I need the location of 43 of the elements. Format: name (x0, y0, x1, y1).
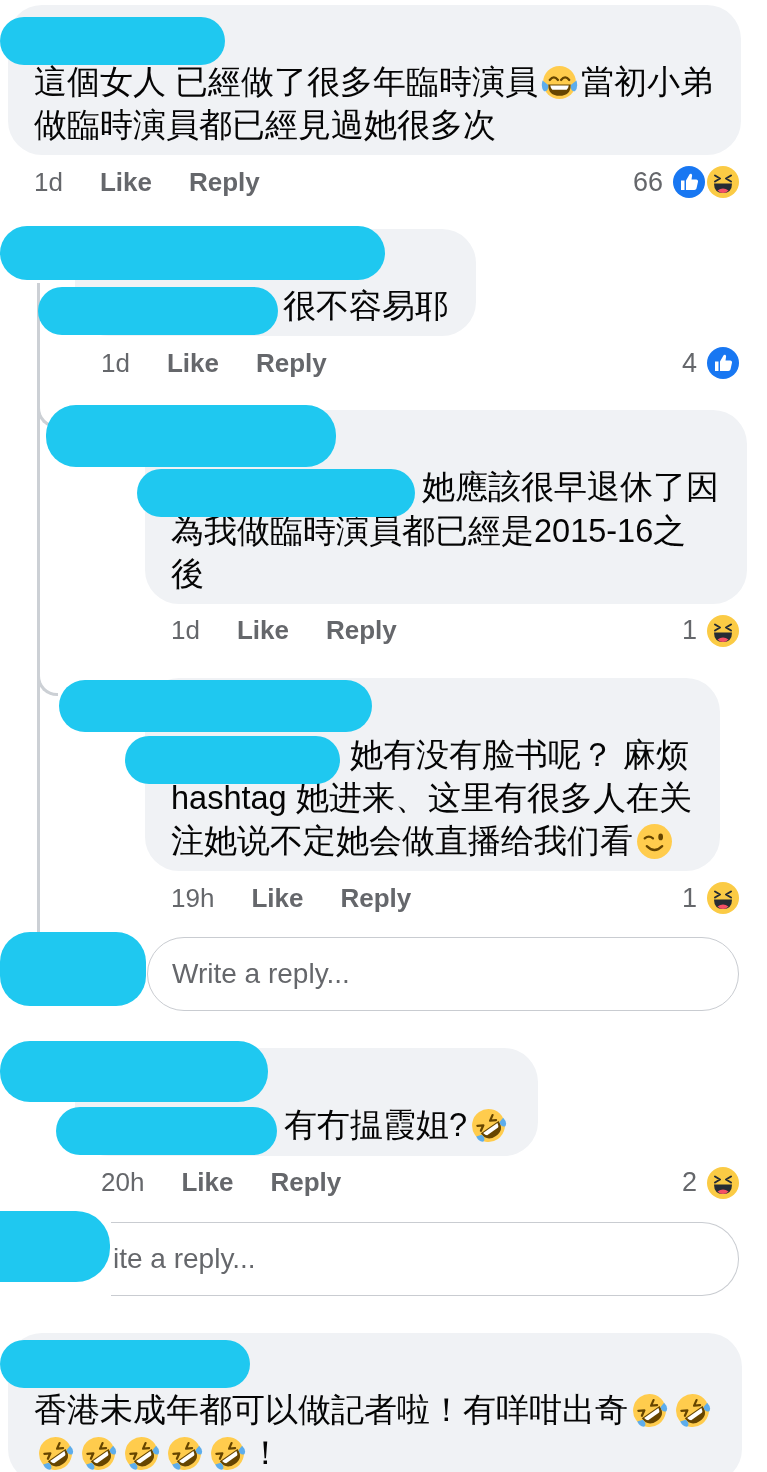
winking-emoji-icon (636, 823, 673, 861)
comment-time: 19h (171, 882, 215, 914)
reply-button[interactable]: Reply (188, 166, 260, 198)
like-button[interactable]: Like (181, 1167, 234, 1199)
reaction-count: 1 (681, 615, 697, 647)
like-button[interactable]: Like (236, 615, 289, 647)
reaction-count: 2 (681, 1167, 697, 1199)
reply-button[interactable]: Reply (270, 1167, 342, 1199)
comment-text: 很不容易耶 (101, 285, 448, 329)
rolling-laughing-emoji-icon (631, 1391, 668, 1429)
comment-time: 1d (101, 347, 130, 379)
reply-input-field[interactable]: Write a reply... (147, 937, 739, 1012)
reaction-count: 4 (681, 347, 697, 379)
rolling-laughing-emoji-icon (166, 1434, 203, 1472)
rolling-laughing-emoji-icon (470, 1107, 508, 1145)
comment-time: 1d (34, 166, 63, 198)
comment-text: 香港未成年都可以做記者啦！有咩咁出奇 ！ (34, 1388, 714, 1472)
rolling-laughing-emoji-icon (123, 1434, 160, 1472)
like-button[interactable]: Like (99, 166, 152, 198)
like-reaction-icon (705, 345, 741, 382)
rolling-laughing-emoji-icon (37, 1434, 74, 1472)
like-button[interactable]: Like (166, 347, 219, 379)
reply-input-field[interactable]: ite a reply... (111, 1221, 739, 1296)
rolling-laughing-emoji-icon (674, 1391, 711, 1429)
laughing-reaction-icon (705, 880, 741, 917)
comment-time: 1d (171, 615, 200, 647)
rolling-laughing-emoji-icon (80, 1434, 117, 1472)
laughing-reaction-icon (705, 612, 741, 649)
rolling-laughing-emoji-icon (209, 1434, 246, 1472)
laughing-reaction-icon (705, 164, 741, 200)
comment-text: 有冇揾霞姐? (101, 1104, 511, 1148)
tears-of-joy-emoji-icon (541, 64, 579, 101)
comment-time: 20h (101, 1167, 145, 1199)
reply-button[interactable]: Reply (255, 347, 327, 379)
like-reaction-icon (671, 164, 707, 200)
comment-text: 她有没有脸书呢？ 麻烦 hashtag 她进来、这里有很多人在关 注她说不定她会做直播给我们看 (171, 733, 692, 864)
reaction-count: 1 (681, 882, 697, 914)
comment-text: 這個女人 已經做了很多年臨時演員 當初小弟 做臨時演員都已經見過她很多次 (34, 63, 714, 145)
laughing-reaction-icon (705, 1164, 741, 1201)
reply-button[interactable]: Reply (340, 882, 412, 914)
reply-button[interactable]: Reply (325, 615, 397, 647)
reaction-count: 66 (632, 166, 663, 198)
like-button[interactable]: Like (251, 882, 304, 914)
